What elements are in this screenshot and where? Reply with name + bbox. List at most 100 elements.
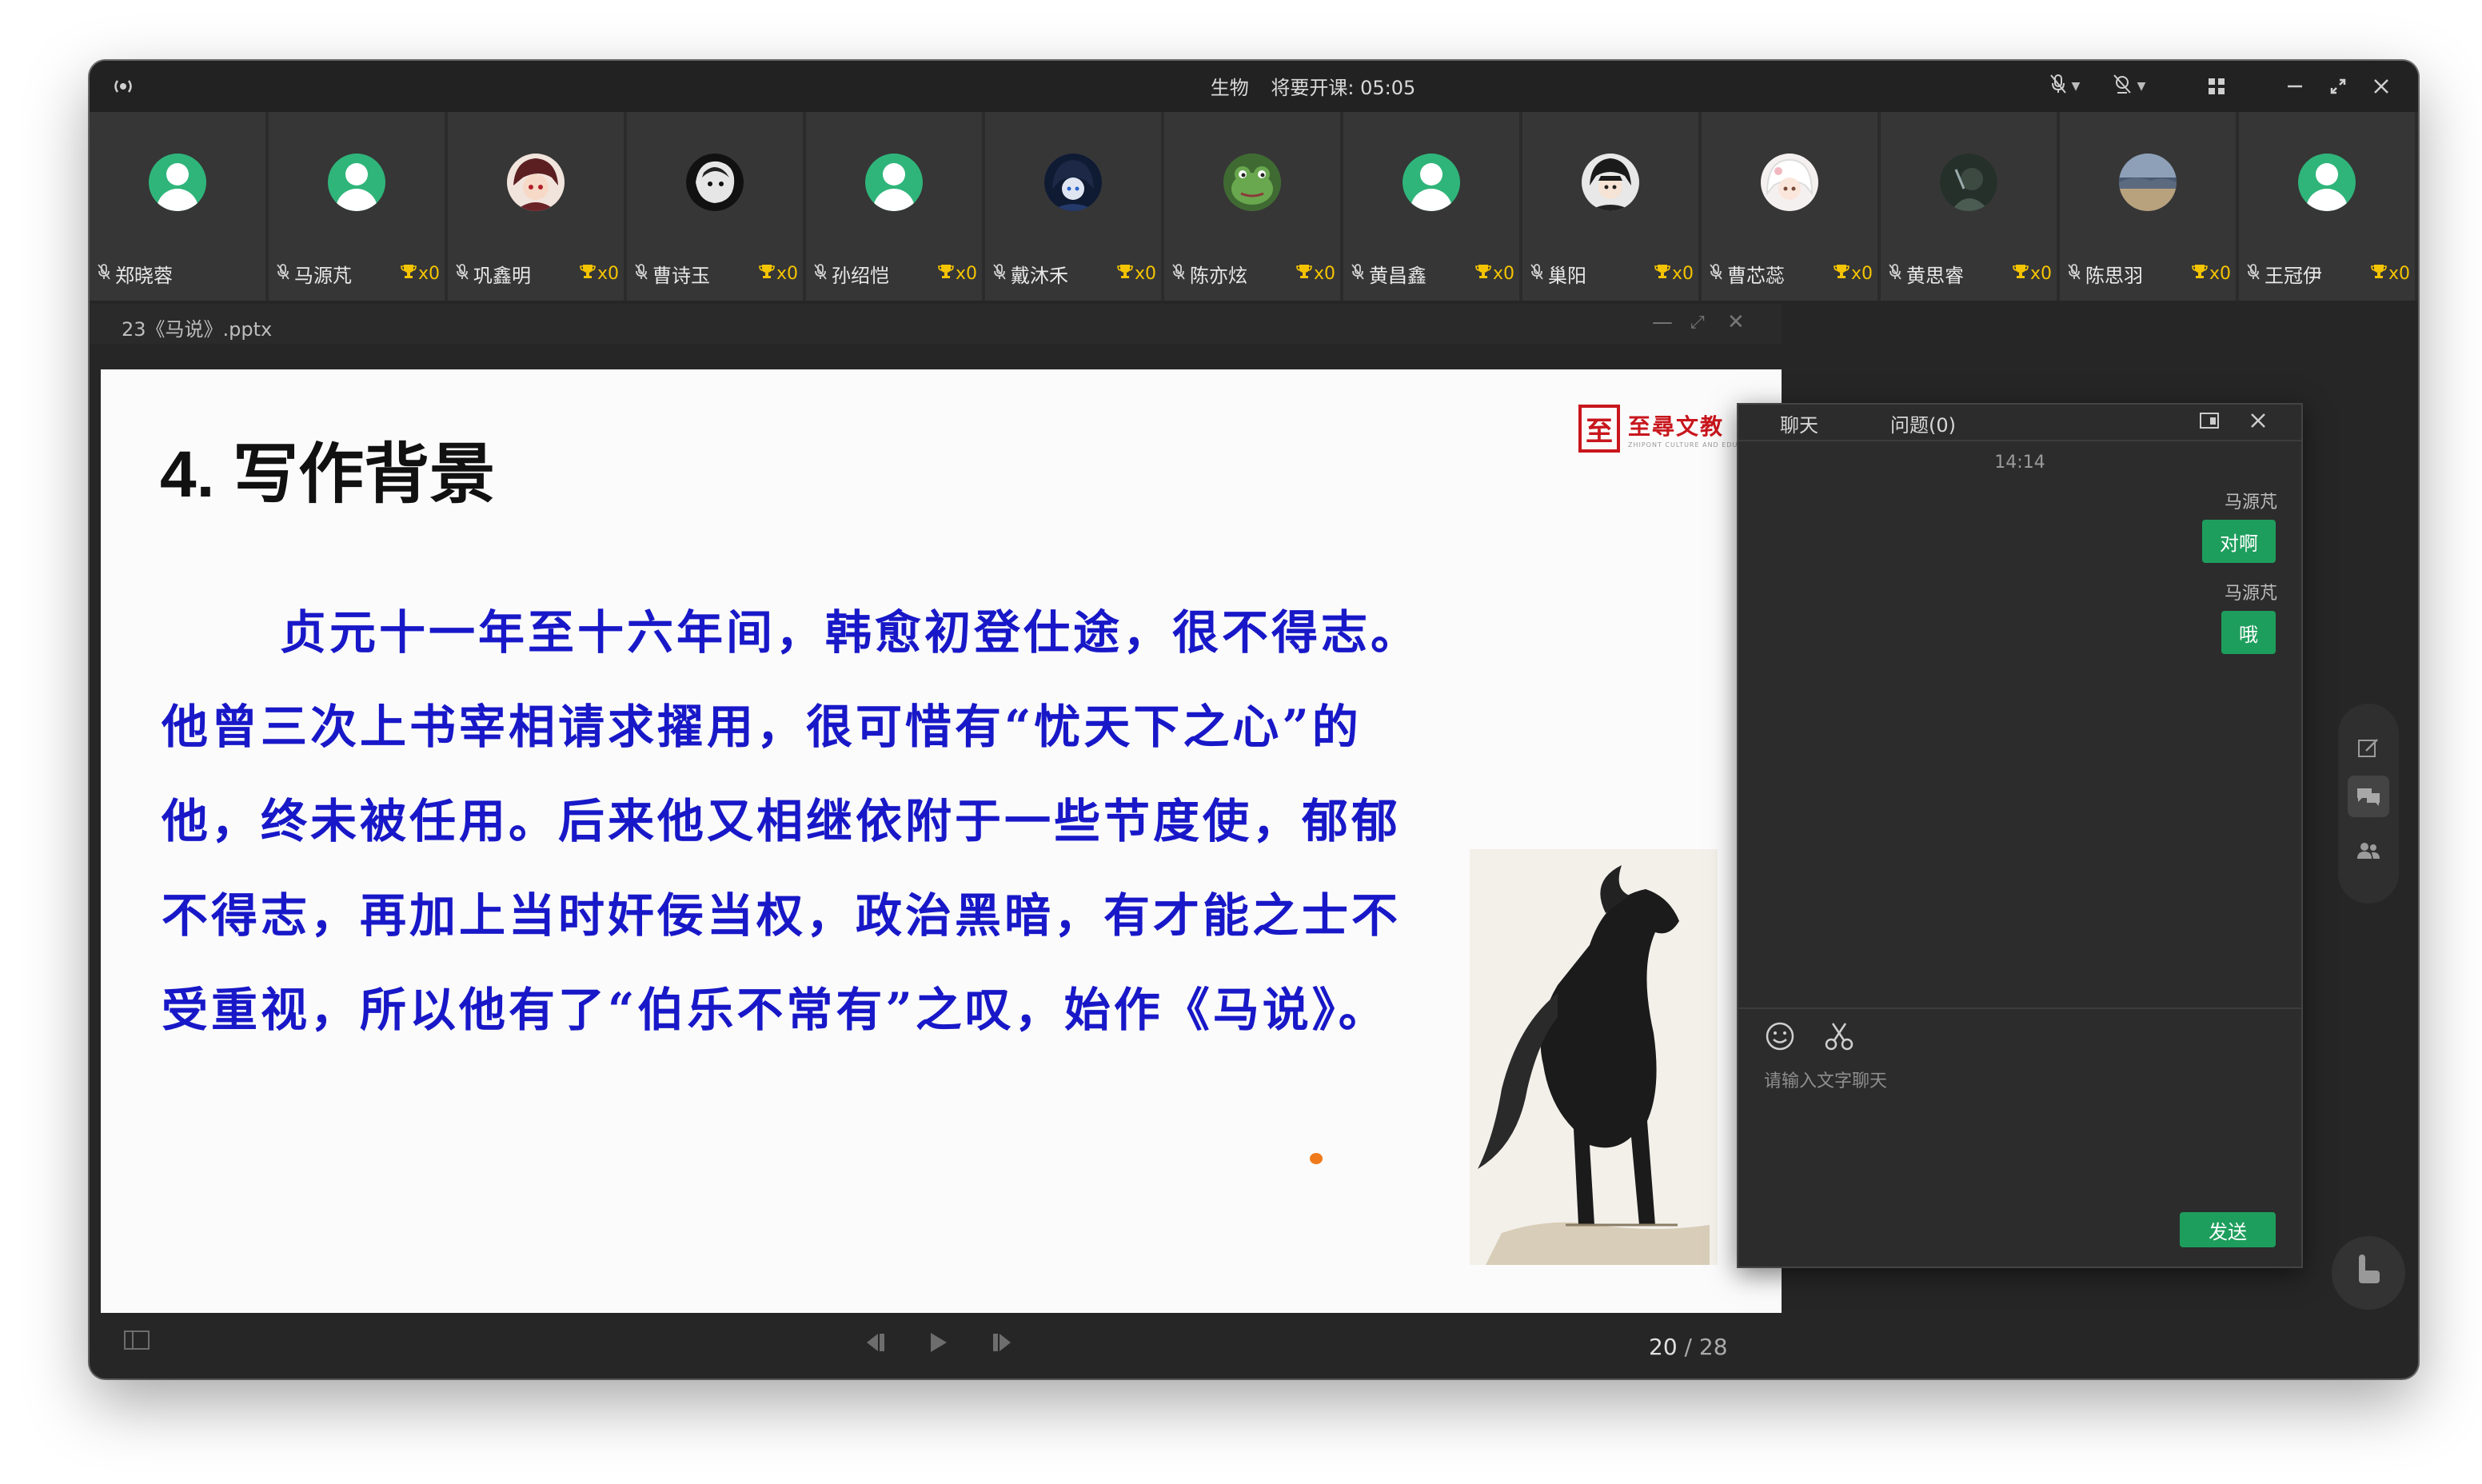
edit-note-icon[interactable] xyxy=(2352,732,2384,764)
mic-off-icon xyxy=(456,263,469,284)
page-separator: / xyxy=(1684,1334,1692,1360)
title-bar: 生物 将要开课: 05:05 ▼ ▼ xyxy=(90,61,2418,112)
participant-name: 郑晓蓉 xyxy=(115,264,173,287)
avatar xyxy=(328,154,385,211)
trophy-count: x0 xyxy=(1492,263,1514,284)
participant-tile[interactable]: 曹诗玉 x0 xyxy=(627,112,803,301)
trophy-icon xyxy=(1296,263,1312,284)
page-indicator: 20 / 28 xyxy=(1649,1334,1728,1360)
trophy-count: x0 xyxy=(417,263,440,284)
avatar xyxy=(2298,154,2356,211)
mic-off-icon xyxy=(1351,263,1364,284)
mic-off-icon xyxy=(993,263,1006,284)
participant-name: 马源芃 xyxy=(294,264,352,287)
avatar xyxy=(686,154,744,211)
participant-tile[interactable]: 黄思睿 x0 xyxy=(1881,112,2057,301)
popout-icon[interactable] xyxy=(2199,409,2220,436)
trophy-icon xyxy=(2371,263,2387,284)
trophy-count: x0 xyxy=(597,263,619,284)
participant-name: 曹芯蕊 xyxy=(1727,264,1785,287)
doc-close-icon[interactable]: ✕ xyxy=(1727,310,1745,334)
message-sender: 马源芃 xyxy=(2224,493,2277,513)
play-icon[interactable] xyxy=(926,1330,950,1361)
raise-hand-icon xyxy=(2352,1251,2384,1295)
tab-questions[interactable]: 问题(0) xyxy=(1890,409,1956,437)
participant-name: 孙绍恺 xyxy=(832,264,889,287)
participant-footer: 黄思睿 x0 xyxy=(1889,261,2052,287)
participant-tile[interactable]: 陈思羽 x0 xyxy=(2060,112,2236,301)
slide-footer: 20 / 28 xyxy=(90,1313,1782,1378)
mic-off-icon xyxy=(98,263,110,284)
slide-body-text: 贞元十一年至十六年间，韩愈初登仕途，很不得志。他曾三次上书宰相请求擢用，很可惜有… xyxy=(162,605,1421,1037)
layout-grid-icon[interactable] xyxy=(2201,72,2233,101)
participants-icon[interactable] xyxy=(2352,835,2384,867)
participant-footer: 巩鑫明 x0 xyxy=(456,261,619,287)
participant-footer: 戴沐禾 x0 xyxy=(993,261,1156,287)
participant-tile[interactable]: 黄昌鑫 x0 xyxy=(1343,112,1519,301)
participant-footer: 巢阳 x0 xyxy=(1530,261,1694,287)
raise-hand-button[interactable] xyxy=(2332,1236,2405,1310)
current-page: 20 xyxy=(1649,1334,1678,1360)
participant-footer: 王冠伊 x0 xyxy=(2247,261,2410,287)
participant-tile[interactable]: 陈亦炫 x0 xyxy=(1164,112,1340,301)
avatar xyxy=(1403,154,1460,211)
close-icon[interactable] xyxy=(2365,72,2397,101)
chat-close-icon[interactable] xyxy=(2249,409,2268,436)
avatar xyxy=(149,154,206,211)
screenshot-scissors-icon[interactable] xyxy=(1823,1020,1855,1059)
participant-tile[interactable]: 曹芯蕊 x0 xyxy=(1702,112,1877,301)
participant-tile[interactable]: 巩鑫明 x0 xyxy=(448,112,624,301)
participant-tile[interactable]: 王冠伊 x0 xyxy=(2239,112,2415,301)
live-broadcast-icon[interactable] xyxy=(107,72,139,101)
next-slide-icon[interactable] xyxy=(987,1330,1016,1361)
trophy-icon xyxy=(1834,263,1850,284)
avatar xyxy=(2119,154,2177,211)
doc-minimize-icon[interactable]: — xyxy=(1652,310,1673,334)
mic-off-icon xyxy=(2068,263,2081,284)
document-filename: 23《马说》.pptx xyxy=(122,318,273,341)
participant-name: 曹诗玉 xyxy=(652,264,710,287)
mic-off-icon xyxy=(1530,263,1543,284)
participant-tile[interactable]: 巢阳 x0 xyxy=(1522,112,1698,301)
participant-footer: 陈亦炫 x0 xyxy=(1172,261,1335,287)
participant-name: 陈亦炫 xyxy=(1190,264,1247,287)
camera-off-icon xyxy=(2112,74,2133,100)
ink-horse-image xyxy=(1470,849,1718,1265)
emoji-icon[interactable] xyxy=(1764,1020,1796,1059)
trophy-icon xyxy=(759,263,775,284)
participant-tile[interactable]: 郑晓蓉 xyxy=(90,112,265,301)
chat-input[interactable]: 请输入文字聊天 xyxy=(1764,1067,1887,1092)
previous-slide-icon[interactable] xyxy=(862,1330,891,1361)
send-button[interactable]: 发送 xyxy=(2180,1212,2276,1247)
minimize-icon[interactable] xyxy=(2279,72,2311,101)
message-bubble: 对啊 xyxy=(2202,520,2276,563)
doc-expand-icon[interactable]: ⤢ xyxy=(1690,313,1705,333)
fullscreen-icon[interactable] xyxy=(2322,72,2354,101)
slide-heading: 4. 写作背景 xyxy=(160,438,496,511)
participant-name: 巢阳 xyxy=(1548,264,1586,287)
classroom-window: 生物 将要开课: 05:05 ▼ ▼ 郑晓蓉 马源芃 x0 巩鑫明 x0 曹诗玉 x0 xyxy=(90,61,2418,1378)
message-bubble: 哦 xyxy=(2221,611,2276,654)
window-title: 生物 将要开课: 05:05 xyxy=(1137,72,1489,100)
mic-muted-dropdown[interactable]: ▼ xyxy=(2041,72,2089,101)
participant-tile[interactable]: 戴沐禾 x0 xyxy=(985,112,1161,301)
chat-header: 聊天 问题(0) xyxy=(1738,405,2301,441)
camera-off-dropdown[interactable]: ▼ xyxy=(2105,72,2153,101)
participant-name: 陈思羽 xyxy=(2085,264,2143,287)
trophy-count: x0 xyxy=(1850,263,1873,284)
tab-chat[interactable]: 聊天 xyxy=(1780,409,1818,437)
trophy-icon xyxy=(401,263,417,284)
chat-composer: 请输入文字聊天 发送 xyxy=(1738,1007,2301,1268)
thumbnail-panel-icon[interactable] xyxy=(123,1329,150,1358)
participant-name: 黄昌鑫 xyxy=(1369,264,1427,287)
participant-name: 巩鑫明 xyxy=(473,264,531,287)
participant-strip: 郑晓蓉 马源芃 x0 巩鑫明 x0 曹诗玉 x0 孙绍恺 x0 戴沐禾 x0 陈亦炫 x0 黄昌鑫 x0 巢阳… xyxy=(90,112,2418,301)
trophy-count: x0 xyxy=(955,263,977,284)
chat-bubble-icon[interactable] xyxy=(2348,776,2389,817)
participant-tile[interactable]: 马源芃 x0 xyxy=(269,112,445,301)
participant-tile[interactable]: 孙绍恺 x0 xyxy=(806,112,982,301)
mic-off-icon xyxy=(2247,263,2260,284)
trophy-icon xyxy=(1117,263,1133,284)
laser-pointer xyxy=(1310,1153,1323,1164)
avatar xyxy=(1582,154,1639,211)
